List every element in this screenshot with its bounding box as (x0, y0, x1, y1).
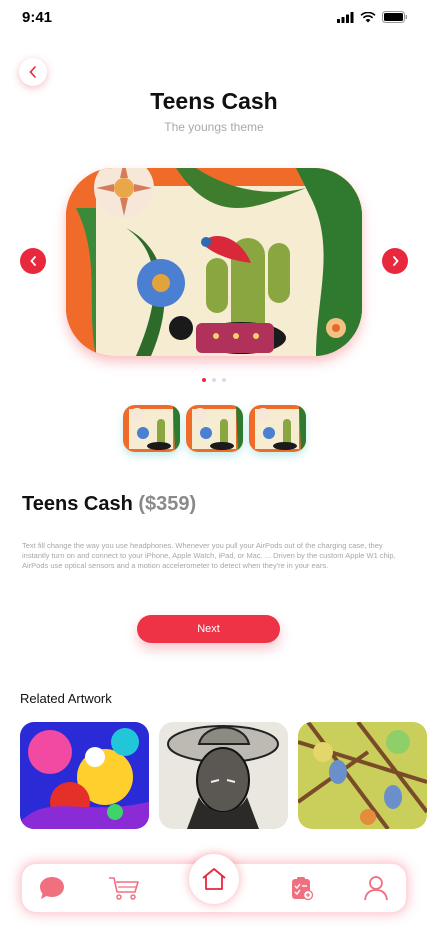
tab-checklist[interactable] (286, 872, 318, 904)
wifi-icon (360, 11, 376, 22)
chevron-right-icon (392, 256, 399, 266)
page-subtitle: The youngs theme (164, 120, 264, 134)
carousel-prev-button[interactable] (20, 248, 46, 274)
related-artwork-list (20, 722, 427, 829)
tab-chat[interactable] (36, 872, 68, 904)
carousel-next-button[interactable] (382, 248, 408, 274)
carousel-dot[interactable] (202, 378, 206, 382)
cart-icon (109, 877, 139, 900)
page-title: Teens Cash (150, 88, 278, 114)
product-price: ($359) (138, 493, 197, 515)
chat-icon (40, 877, 64, 899)
chevron-left-icon (29, 256, 36, 266)
home-icon (202, 868, 226, 890)
related-artwork-title: Related Artwork (20, 691, 112, 706)
tab-home[interactable] (189, 854, 239, 904)
product-name: Teens Cash (22, 493, 133, 515)
next-button[interactable]: Next (137, 615, 280, 643)
product-description: Text fill change the way you use headpho… (22, 541, 396, 570)
user-icon (364, 876, 388, 901)
carousel-dot[interactable] (212, 378, 216, 382)
signal-icon (337, 11, 354, 23)
related-artwork-image[interactable] (159, 722, 288, 829)
back-button[interactable] (19, 58, 47, 86)
chevron-left-icon (29, 66, 36, 78)
tab-cart[interactable] (108, 872, 140, 904)
thumbnail-strip (123, 405, 306, 452)
related-artwork-image[interactable] (298, 722, 427, 829)
status-icons (337, 11, 408, 23)
thumbnail-image[interactable] (123, 405, 180, 452)
carousel-dots (0, 378, 428, 382)
hero-artwork-image (66, 168, 362, 356)
status-bar: 9:41 (0, 0, 428, 40)
thumbnail-image[interactable] (186, 405, 243, 452)
tab-profile[interactable] (360, 872, 392, 904)
battery-icon (382, 11, 407, 23)
product-title: Teens Cash ($359) (22, 493, 196, 516)
checklist-icon (292, 877, 314, 901)
thumbnail-image[interactable] (249, 405, 306, 452)
status-time: 9:41 (22, 9, 53, 26)
carousel-dot[interactable] (222, 378, 226, 382)
related-artwork-image[interactable] (20, 722, 149, 829)
